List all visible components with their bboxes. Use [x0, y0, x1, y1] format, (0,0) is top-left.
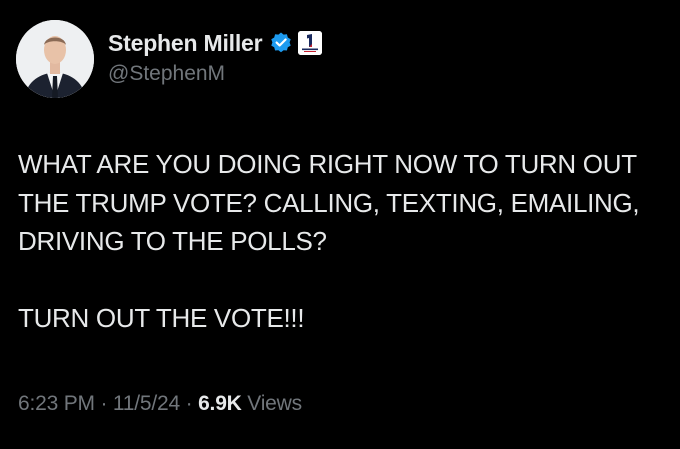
views-count[interactable]: 6.9K	[198, 392, 247, 415]
tweet-text: WHAT ARE YOU DOING RIGHT NOW TO TURN OUT…	[18, 145, 658, 337]
tweet-meta: 6:23 PM · 11/5/24 · 6.9K Views	[18, 392, 302, 416]
author-handle[interactable]: @StephenM	[108, 62, 225, 86]
verified-badge-icon[interactable]	[269, 31, 293, 55]
meta-separator: ·	[100, 392, 113, 415]
author-name-row: Stephen Miller	[108, 27, 323, 59]
author-display-name[interactable]: Stephen Miller	[108, 30, 263, 57]
america-first-legal-icon[interactable]	[298, 31, 323, 55]
tweet-paragraph: WHAT ARE YOU DOING RIGHT NOW TO TURN OUT…	[18, 149, 640, 256]
tweet-paragraph: TURN OUT THE VOTE!!!	[18, 302, 305, 333]
tweet-card: Stephen Miller @StephenM WHAT ARE YOU DO…	[0, 0, 680, 449]
tweet-time[interactable]: 6:23 PM	[18, 392, 95, 415]
tweet-date[interactable]: 11/5/24	[113, 392, 180, 415]
views-label: Views	[247, 392, 302, 415]
profile-photo-icon	[16, 20, 94, 98]
meta-separator: ·	[185, 392, 199, 415]
avatar[interactable]	[16, 20, 94, 98]
